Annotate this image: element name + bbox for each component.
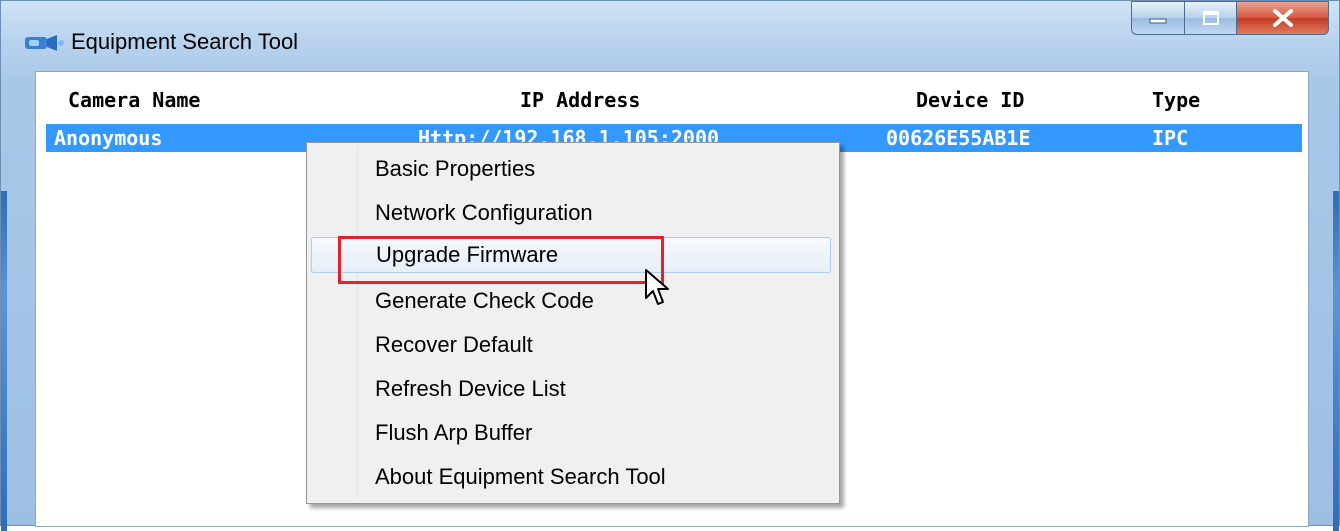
list-header: Camera Name IP Address Device ID Type <box>36 72 1308 122</box>
window-frame-left <box>1 191 7 531</box>
cell-device-id: 00626E55AB1E <box>886 126 1031 150</box>
minimize-icon <box>1149 18 1167 24</box>
title-bar[interactable]: Equipment Search Tool <box>1 1 1340 71</box>
column-header-device-id[interactable]: Device ID <box>916 88 1024 112</box>
app-icon <box>25 35 64 51</box>
context-menu: Basic Properties Network Configuration U… <box>306 142 840 504</box>
close-icon <box>1272 9 1293 27</box>
menu-item-about-equipment-search-tool[interactable]: About Equipment Search Tool <box>311 459 831 495</box>
close-button[interactable] <box>1237 1 1329 35</box>
menu-item-flush-arp-buffer[interactable]: Flush Arp Buffer <box>311 415 831 451</box>
menu-item-network-configuration[interactable]: Network Configuration <box>311 195 831 231</box>
mouse-pointer-icon <box>645 269 669 305</box>
highlight-annotation-box <box>338 236 664 284</box>
minimize-button[interactable] <box>1131 1 1185 35</box>
window-controls <box>1131 1 1329 35</box>
column-header-camera-name[interactable]: Camera Name <box>68 88 200 112</box>
cell-camera-name: Anonymous <box>54 126 163 150</box>
column-header-ip-address[interactable]: IP Address <box>520 88 640 112</box>
cell-type: IPC <box>1152 126 1189 150</box>
menu-item-refresh-device-list[interactable]: Refresh Device List <box>311 371 831 407</box>
maximize-icon <box>1202 11 1219 25</box>
window-frame-right <box>1333 191 1339 531</box>
menu-item-recover-default[interactable]: Recover Default <box>311 327 831 363</box>
maximize-button[interactable] <box>1185 1 1237 35</box>
menu-item-basic-properties[interactable]: Basic Properties <box>311 151 831 187</box>
menu-item-generate-check-code[interactable]: Generate Check Code <box>311 283 831 319</box>
column-header-type[interactable]: Type <box>1152 88 1200 112</box>
window-title: Equipment Search Tool <box>71 29 299 54</box>
